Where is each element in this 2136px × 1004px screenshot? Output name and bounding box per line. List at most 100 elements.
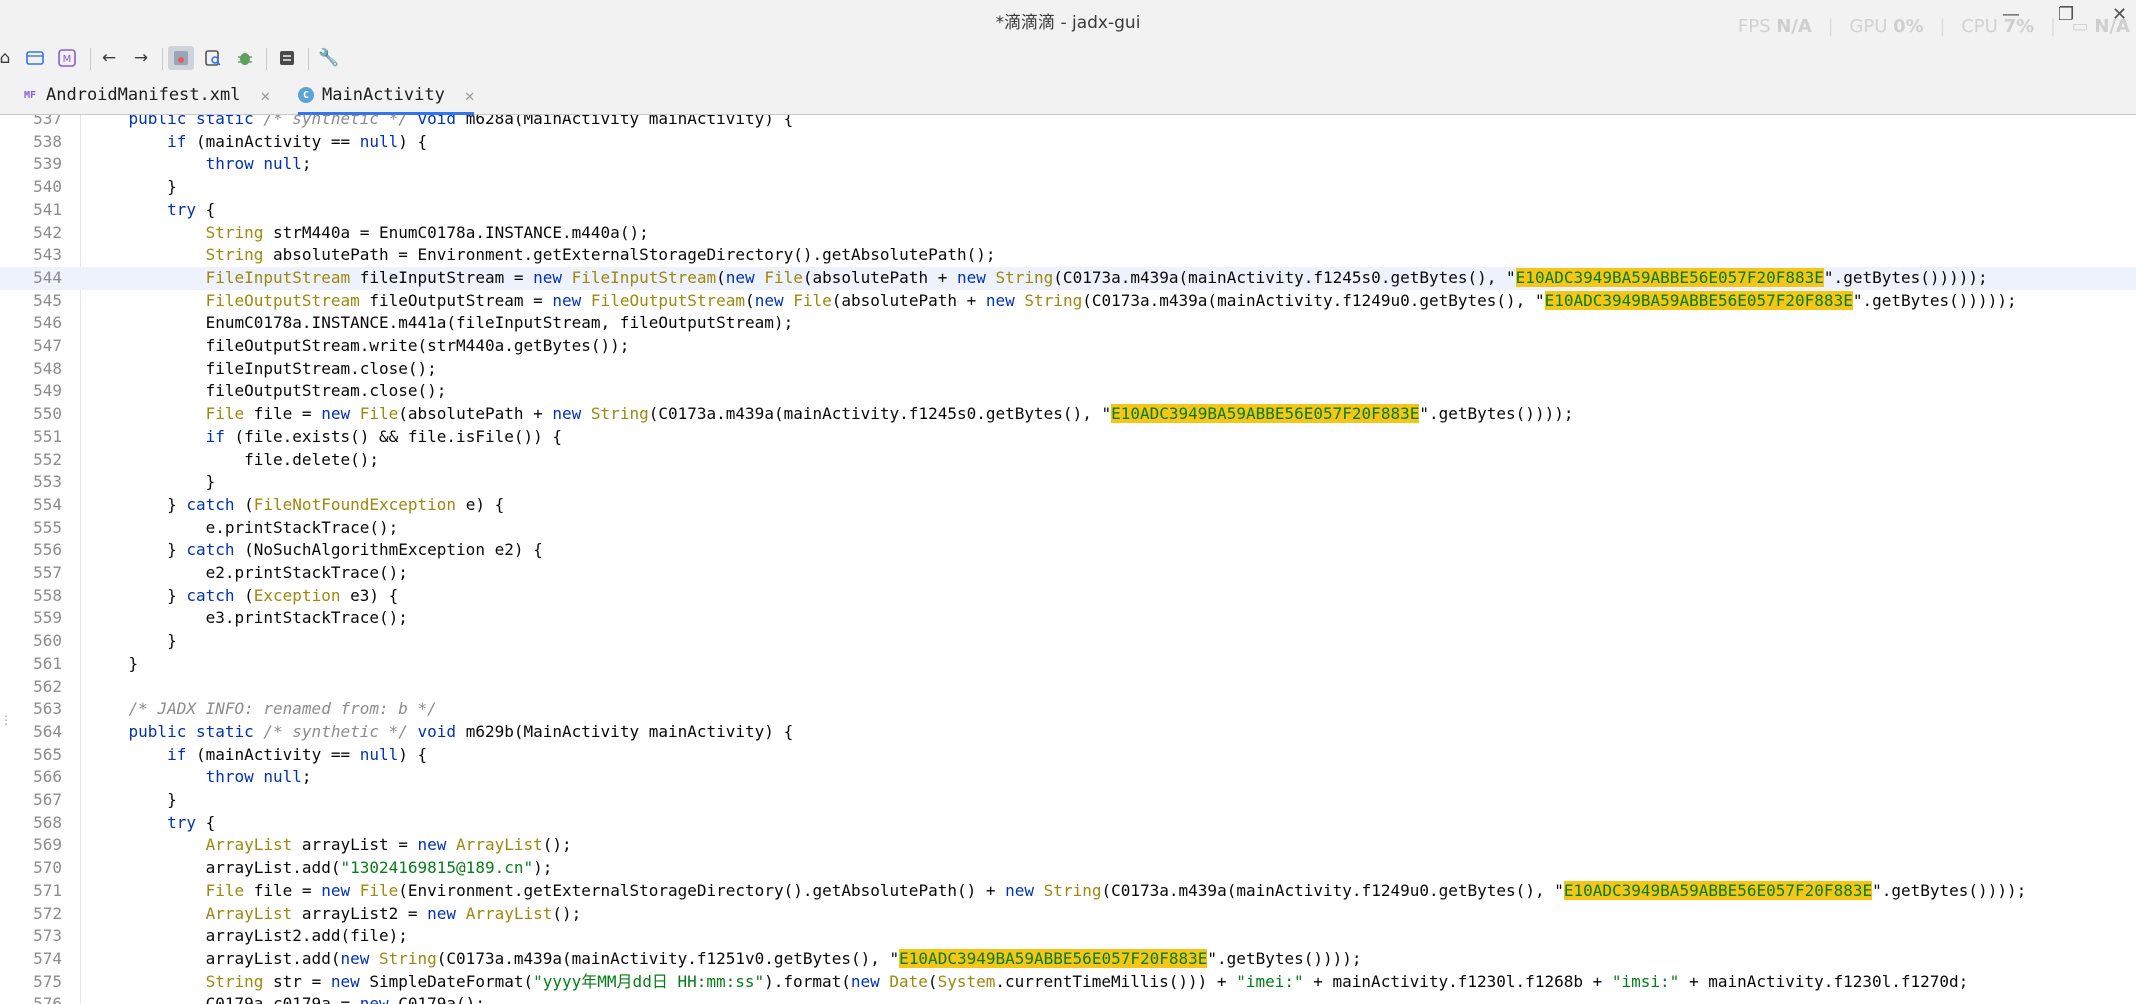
search-highlight: E10ADC3949BA59ABBE56E057F20F883E: [1111, 404, 1420, 424]
line-number: 555: [33, 517, 62, 537]
gpu-value: 0%: [1893, 16, 1924, 37]
line-number: 540: [33, 177, 62, 197]
code-text: FileOutputStream fileOutputStream = new …: [205, 290, 2017, 310]
code-text: if (mainActivity == null) {: [167, 744, 428, 764]
code-line[interactable]: 572 ArrayList arrayList2 = new ArrayList…: [0, 903, 2136, 926]
code-text: arrayList.add("13024169815@189.cn");: [90, 858, 553, 878]
code-line[interactable]: 548 fileInputStream.close();: [0, 358, 2136, 381]
line-number: 572: [33, 903, 62, 923]
code-text: EnumC0178a.INSTANCE.m441a(fileInputStrea…: [90, 313, 794, 333]
code-line[interactable]: 543 String absolutePath = Environment.ge…: [0, 244, 2136, 267]
code-text: FileInputStream fileInputStream = new Fi…: [205, 267, 1988, 287]
forward-arrow-icon[interactable]: →: [128, 46, 154, 70]
manifest-file-icon: MF: [23, 89, 37, 101]
sync-icon[interactable]: [168, 46, 194, 70]
close-tab-icon[interactable]: ✕: [465, 86, 475, 105]
code-line[interactable]: 538 if (mainActivity == null) {: [0, 131, 2136, 154]
code-line[interactable]: 542 String strM440a = EnumC0178a.INSTANC…: [0, 222, 2136, 245]
code-line[interactable]: 567 }: [0, 789, 2136, 812]
code-line[interactable]: 552 file.delete();: [0, 449, 2136, 472]
tab-label: AndroidManifest.xml: [46, 85, 241, 105]
code-line[interactable]: 560 }: [0, 630, 2136, 653]
search-class-icon[interactable]: [200, 46, 226, 70]
code-line[interactable]: 547 fileOutputStream.write(strM440a.getB…: [0, 335, 2136, 358]
code-line[interactable]: 550 File file = new File(absolutePath + …: [0, 403, 2136, 426]
line-number: 568: [33, 812, 62, 832]
line-number: 569: [33, 835, 62, 855]
code-text: e3.printStackTrace();: [90, 608, 408, 628]
cpu-label: CPU: [1961, 16, 1998, 37]
code-text: File file = new File(absolutePath + new …: [205, 404, 1574, 424]
tab-androidmanifest[interactable]: MF AndroidManifest.xml ✕: [22, 76, 270, 114]
line-number: 570: [33, 858, 62, 878]
main-toolbar: ⌂ M ← → 🔧: [0, 40, 2136, 76]
code-line[interactable]: 566 throw null;: [0, 766, 2136, 789]
code-line[interactable]: 555 e.printStackTrace();: [0, 517, 2136, 540]
code-line[interactable]: 569 ArrayList arrayList = new ArrayList(…: [0, 834, 2136, 857]
debug-bug-icon[interactable]: [232, 46, 258, 70]
line-number: 547: [33, 336, 62, 355]
code-editor[interactable]: ⋮ 537 public static /* synthetic */ void…: [0, 115, 2136, 1004]
code-line[interactable]: 558 } catch (Exception e3) {: [0, 585, 2136, 608]
code-line[interactable]: 564 public static /* synthetic */ void m…: [0, 721, 2136, 744]
code-line[interactable]: 540 }: [0, 176, 2136, 199]
home-icon[interactable]: ⌂: [0, 46, 18, 70]
editor-tab-bar: MF AndroidManifest.xml ✕ C MainActivity …: [0, 76, 2136, 115]
log-icon[interactable]: [274, 46, 300, 70]
code-line[interactable]: 551 if (file.exists() && file.isFile()) …: [0, 426, 2136, 449]
code-line[interactable]: 576 C0179a c0179a = new C0179a();: [0, 993, 2136, 1004]
line-number: 562: [33, 676, 62, 696]
code-line[interactable]: 573 arrayList2.add(file);: [0, 925, 2136, 948]
code-line[interactable]: 554 } catch (FileNotFoundException e) {: [0, 494, 2136, 517]
class-file-icon: C: [298, 87, 314, 103]
code-line[interactable]: 571 File file = new File(Environment.get…: [0, 880, 2136, 903]
code-line[interactable]: 565 if (mainActivity == null) {: [0, 744, 2136, 767]
back-arrow-icon[interactable]: ←: [96, 46, 122, 70]
line-number: 566: [33, 767, 62, 787]
line-number: 542: [33, 222, 62, 242]
code-text: String str = new SimpleDateFormat("yyyy年…: [205, 971, 1969, 991]
gpu-label: GPU: [1849, 16, 1888, 37]
wrench-icon[interactable]: 🔧: [316, 46, 342, 70]
code-line[interactable]: 545 FileOutputStream fileOutputStream = …: [0, 290, 2136, 313]
code-line[interactable]: 562: [0, 676, 2136, 699]
close-window-icon[interactable]: ✕: [2112, 4, 2127, 25]
code-line[interactable]: 553 }: [0, 471, 2136, 494]
code-line[interactable]: 575 String str = new SimpleDateFormat("y…: [0, 971, 2136, 994]
code-line[interactable]: 559 e3.printStackTrace();: [0, 607, 2136, 630]
fps-value: N/A: [1776, 16, 1812, 37]
tab-mainactivity[interactable]: C MainActivity ✕: [298, 76, 475, 115]
code-line[interactable]: 544 FileInputStream fileInputStream = ne…: [0, 266, 2136, 290]
tree-view-icon[interactable]: [22, 46, 48, 70]
code-line[interactable]: 546 EnumC0178a.INSTANCE.m441a(fileInputS…: [0, 312, 2136, 335]
code-line[interactable]: 557 e2.printStackTrace();: [0, 562, 2136, 585]
code-line[interactable]: 556 } catch (NoSuchAlgorithmException e2…: [0, 539, 2136, 562]
search-highlight: E10ADC3949BA59ABBE56E057F20F883E: [1544, 290, 1853, 310]
code-line[interactable]: 570 arrayList.add("13024169815@189.cn");: [0, 857, 2136, 880]
code-text: }: [90, 790, 177, 809]
code-line[interactable]: 568 try {: [0, 812, 2136, 835]
code-line[interactable]: 537 public static /* synthetic */ void m…: [0, 115, 2136, 131]
line-number: 571: [33, 880, 62, 900]
code-text: throw null;: [205, 767, 312, 787]
minimize-icon[interactable]: —: [2002, 4, 2020, 25]
line-number: 548: [33, 358, 62, 378]
line-number: 575: [33, 971, 62, 991]
code-line[interactable]: 563 /* JADX INFO: renamed from: b */: [0, 698, 2136, 721]
code-text: }: [90, 177, 177, 197]
line-number: 559: [33, 608, 62, 628]
code-line[interactable]: 541 try {: [0, 199, 2136, 222]
code-text: /* JADX INFO: renamed from: b */: [128, 699, 437, 719]
line-number: 551: [33, 426, 62, 446]
code-line[interactable]: 539 throw null;: [0, 153, 2136, 176]
restore-icon[interactable]: ❐: [2058, 4, 2074, 25]
line-number: 558: [33, 585, 62, 605]
code-line[interactable]: 561 }: [0, 653, 2136, 676]
search-highlight: E10ADC3949BA59ABBE56E057F20F883E: [1515, 267, 1824, 287]
code-line[interactable]: 549 fileOutputStream.close();: [0, 380, 2136, 403]
code-text: arrayList2.add(file);: [90, 926, 408, 946]
code-line[interactable]: 574 arrayList.add(new String(C0173a.m439…: [0, 948, 2136, 971]
manifest-icon[interactable]: M: [54, 46, 80, 70]
close-tab-icon[interactable]: ✕: [260, 86, 270, 105]
line-number: 549: [33, 381, 62, 401]
